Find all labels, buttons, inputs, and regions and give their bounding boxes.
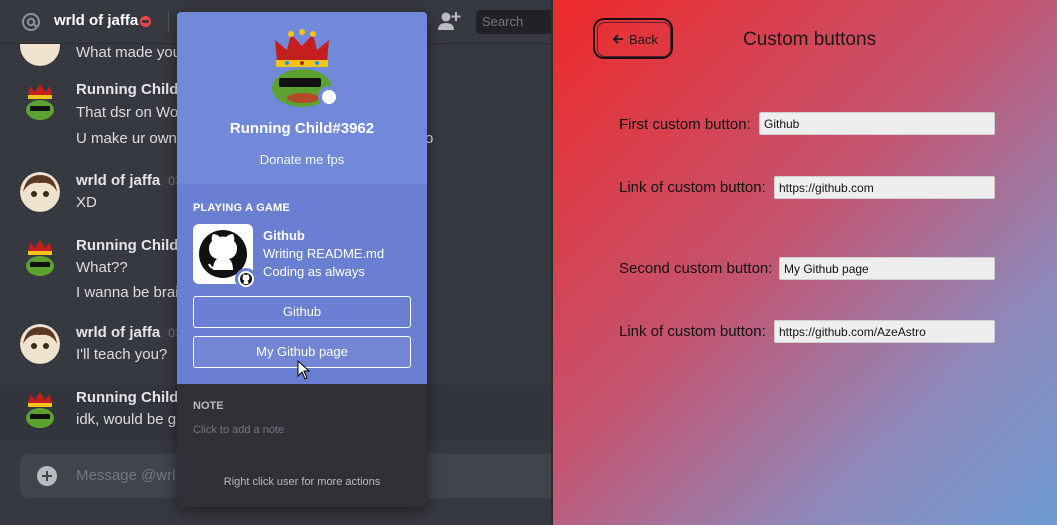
avatar[interactable]: [20, 44, 60, 66]
message-text: What made you: [76, 44, 182, 61]
online-status-icon: [318, 86, 340, 108]
avatar[interactable]: [20, 390, 60, 430]
message-author[interactable]: Running Child: [76, 81, 178, 98]
activity-button-github[interactable]: Github: [193, 296, 411, 328]
first-button-input[interactable]: [759, 112, 995, 135]
message-text: idk, would be g: [76, 411, 177, 428]
avatar[interactable]: [20, 238, 60, 278]
second-button-label: Second custom button:: [619, 260, 773, 277]
header-divider: [168, 11, 169, 33]
message-text: I wanna be brai: [76, 284, 179, 301]
page-title: Custom buttons: [743, 29, 877, 50]
mouse-cursor-icon: [297, 360, 311, 380]
back-button[interactable]: Back: [593, 18, 673, 59]
search-placeholder: Search: [482, 14, 524, 29]
search-input[interactable]: Search: [476, 10, 551, 34]
message-author[interactable]: wrld of jaffa 03: [76, 172, 182, 189]
message-text: I'll teach you?: [76, 346, 168, 363]
activity-details: Writing README.md: [263, 246, 385, 261]
activity-header: PLAYING A GAME: [193, 202, 290, 214]
activity-state: Coding as always: [263, 264, 365, 279]
message-author[interactable]: wrld of jaffa 03: [76, 324, 182, 341]
add-friend-icon[interactable]: [437, 10, 461, 32]
note-header: NOTE: [193, 400, 224, 412]
profile-custom-status: Donate me fps: [259, 152, 345, 167]
avatar[interactable]: [20, 324, 60, 364]
github-small-icon: [235, 268, 257, 290]
attach-plus-icon[interactable]: [37, 466, 57, 486]
arrow-left-icon: [612, 34, 623, 44]
dm-recipient-name: wrld of jaffa: [54, 12, 139, 29]
user-profile-popout: Running Child#3962 Donate me fps PLAYING…: [177, 12, 427, 507]
composer-placeholder: Message @wrl: [76, 467, 176, 484]
back-button-label: Back: [629, 32, 658, 47]
profile-note-section: NOTE Click to add a note Right click use…: [177, 384, 427, 507]
avatar[interactable]: [20, 172, 60, 212]
profile-header: Running Child#3962 Donate me fps: [177, 12, 427, 184]
second-link-input[interactable]: [774, 320, 995, 343]
message-text: What??: [76, 259, 128, 276]
first-link-input[interactable]: [774, 176, 995, 199]
first-link-label: Link of custom button:: [619, 179, 766, 196]
message-text: U make ur own: [76, 130, 177, 147]
message-author[interactable]: Running Child: [76, 237, 178, 254]
avatar[interactable]: [20, 82, 60, 122]
do-not-disturb-status-icon: [140, 16, 151, 27]
message-author[interactable]: Running Child: [76, 389, 178, 406]
message-text: That dsr on Wo: [76, 104, 179, 121]
message-text: XD: [76, 194, 97, 211]
note-input[interactable]: Click to add a note: [193, 424, 284, 436]
rich-presence-activity: PLAYING A GAME Github Writing README.md …: [177, 184, 427, 384]
activity-name: Github: [263, 228, 305, 243]
second-button-input[interactable]: [779, 257, 995, 280]
second-link-label: Link of custom button:: [619, 323, 766, 340]
profile-username[interactable]: Running Child#3962: [177, 120, 427, 137]
at-sign-icon: [22, 13, 40, 31]
custom-buttons-panel: Back Custom buttons First custom button:…: [551, 0, 1057, 525]
right-click-hint: Right click user for more actions: [223, 476, 381, 488]
first-button-label: First custom button:: [619, 116, 751, 133]
